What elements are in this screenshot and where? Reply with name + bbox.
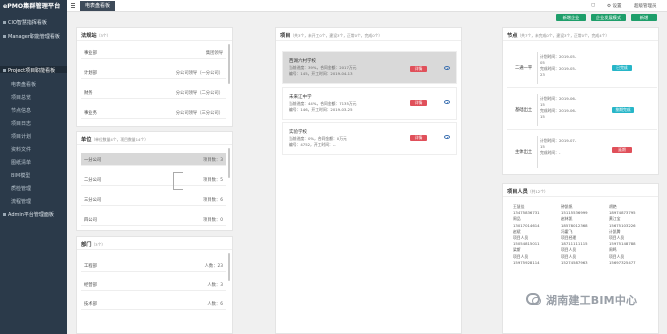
- table-row[interactable]: 财务 分公司领导（二分公司）: [81, 86, 226, 99]
- people-column: 王慧佳 13475836731 周品 13017014614 赵斌 项目人员 1505481…: [513, 204, 540, 265]
- user-menu[interactable]: 超级管理员: [634, 3, 657, 9]
- fullscreen-icon[interactable]: ▢: [591, 3, 595, 8]
- node-item[interactable]: 二通一平 计划时间：2019-05- 05 完成时间：2019-05- 23 已…: [507, 48, 657, 88]
- tab-dashboard[interactable]: 电表盘看板: [80, 1, 116, 11]
- sidebar-subitem[interactable]: 电表盘看板: [11, 81, 71, 88]
- detail-button[interactable]: 详情: [410, 135, 427, 141]
- node-item[interactable]: 主体出土 计划时间：2019-07- 15 完成时间：- 延期: [507, 132, 657, 172]
- units-panel: 单位（单位数量4个，项目数量14个） 一分公司 项目数：3 二分公司 项目数：5 三…: [76, 131, 233, 231]
- sidebar-item-admin[interactable]: Admin平台管理面板: [3, 211, 63, 218]
- sidebar-subitem[interactable]: 流程管理: [11, 198, 71, 205]
- panel-title: 节点（共7个，未完成0个，建设3个，正常0个，完成4个）: [507, 33, 610, 39]
- eye-icon[interactable]: [444, 100, 450, 104]
- dashboard-icon: [3, 35, 6, 38]
- projects-panel: 项目（共3个，未开工0个，建设3个，正常0个，完成0个） 西湖六村学校 当前进度…: [275, 27, 462, 334]
- project-card[interactable]: 西湖六村学校 当前进度：39%，合同金额：2017万元 编号：145，开工时间：…: [282, 51, 457, 84]
- sidebar-item-project[interactable]: Project项目职能看板: [3, 67, 63, 74]
- status-badge: 已完成: [612, 65, 632, 71]
- status-badge: 延期: [612, 147, 632, 153]
- people-column: 钟凯帆 15115536999 赵林凯 18578012368 冯霍飞 项目经理 18711…: [561, 204, 588, 265]
- sidebar-subitem[interactable]: 节点信息: [11, 107, 71, 114]
- project-card[interactable]: 实验学校 当前进度：0%，合同金额：0万元 编号：4752，开工时间：-- 详情: [282, 122, 457, 155]
- sidebar-subitem[interactable]: BIM模型: [11, 172, 71, 179]
- sidebar-item-manager[interactable]: Manager职能管理看板: [3, 33, 63, 40]
- panel-title: 项目人员（共12个）: [507, 189, 548, 195]
- table-row[interactable]: 事业部 集团领导: [81, 46, 226, 59]
- nodes-panel: 节点（共7个，未完成0个，建设3个，正常0个，完成4个） 二通一平 计划时间：2…: [502, 27, 659, 175]
- enterprise-mode-button[interactable]: 企业发展模式: [591, 14, 626, 21]
- dashboard-icon: [3, 21, 6, 24]
- watermark-text: 湖南建工BIM中心: [546, 294, 638, 307]
- menu-toggle-icon[interactable]: [71, 3, 75, 8]
- eye-icon[interactable]: [444, 135, 450, 139]
- panel-title: 法规站（3个）: [81, 33, 111, 39]
- connector-line: [173, 172, 183, 190]
- company-panel: 法规站（3个） 事业部 集团领导 计划部 分公司领导（一分公司） 财务 分公司领导（二…: [76, 27, 233, 127]
- sidebar-subitem[interactable]: 质检管理: [11, 185, 71, 192]
- sidebar-subitem[interactable]: 资料文件: [11, 146, 71, 153]
- sidebar: ePMO集群管理平台 CIO智慧指挥看板 Manager职能管理看板 Proje…: [0, 0, 67, 334]
- table-row[interactable]: 经营部 人数：3: [81, 278, 226, 291]
- sidebar-subitem[interactable]: 项目日志: [11, 120, 71, 127]
- add-enterprise-button[interactable]: 新增企业: [556, 14, 586, 21]
- node-item[interactable]: 基础出土 计划时间：2019-06- 15 完成时间：2019-06- 15 按…: [507, 90, 657, 130]
- detail-button[interactable]: 详情: [410, 66, 427, 72]
- table-row[interactable]: 计划部 分公司领导（一分公司）: [81, 66, 226, 79]
- table-row[interactable]: 技术部 人数：6: [81, 297, 226, 310]
- scrollbar[interactable]: [228, 44, 230, 84]
- departments-panel: 部门（3个） 工程部 人数：23 经营部 人数：3 技术部 人数：6: [76, 236, 233, 334]
- status-badge: 按期完成: [612, 107, 634, 113]
- project-card[interactable]: 未来江中学 当前进度：44%，合同金额：7135万元 编号：146，开工时间：2…: [282, 87, 457, 120]
- table-row[interactable]: 事业务 分公司领导（三分公司）: [81, 106, 226, 119]
- sidebar-subitem[interactable]: 图纸清单: [11, 159, 71, 166]
- table-row[interactable]: 工程部 人数：23: [81, 259, 226, 272]
- sidebar-subitem[interactable]: 项目总览: [11, 94, 71, 101]
- table-row[interactable]: 二分公司 项目数：5: [81, 173, 226, 186]
- people-panel: 项目人员（共12个） 王慧佳 13475836731 周品 13017014614 赵斌…: [502, 183, 659, 334]
- eye-icon[interactable]: [444, 66, 450, 70]
- app-brand: ePMO集群管理平台: [3, 3, 61, 10]
- scrollbar[interactable]: [228, 148, 230, 178]
- add-button[interactable]: 新增: [631, 14, 657, 21]
- top-bar: 电表盘看板 ▢ ⚙ 设置 超级管理员: [67, 0, 667, 12]
- detail-button[interactable]: 详情: [410, 100, 427, 106]
- settings-icon: [3, 213, 6, 216]
- panel-title: 项目（共3个，未开工0个，建设3个，正常0个，完成0个）: [280, 33, 383, 39]
- dashboard-icon: [3, 69, 6, 72]
- sidebar-item-cio[interactable]: CIO智慧指挥看板: [3, 19, 63, 26]
- wechat-icon: [526, 293, 541, 305]
- scrollbar[interactable]: [228, 253, 230, 281]
- panel-title: 单位（单位数量4个，项目数量14个）: [81, 137, 148, 143]
- panel-title: 部门（3个）: [81, 242, 106, 248]
- table-row[interactable]: 四公司 项目数：0: [81, 213, 226, 226]
- settings-menu[interactable]: ⚙ 设置: [607, 3, 621, 9]
- sidebar-subitem[interactable]: 项目计划: [11, 133, 71, 140]
- people-column: 胡艳 18974873795 黄江宝 15675103226 计凯腾 项目人员 159751…: [609, 204, 636, 265]
- table-row[interactable]: 一分公司 项目数：3: [81, 153, 226, 166]
- table-row[interactable]: 三分公司 项目数：6: [81, 193, 226, 206]
